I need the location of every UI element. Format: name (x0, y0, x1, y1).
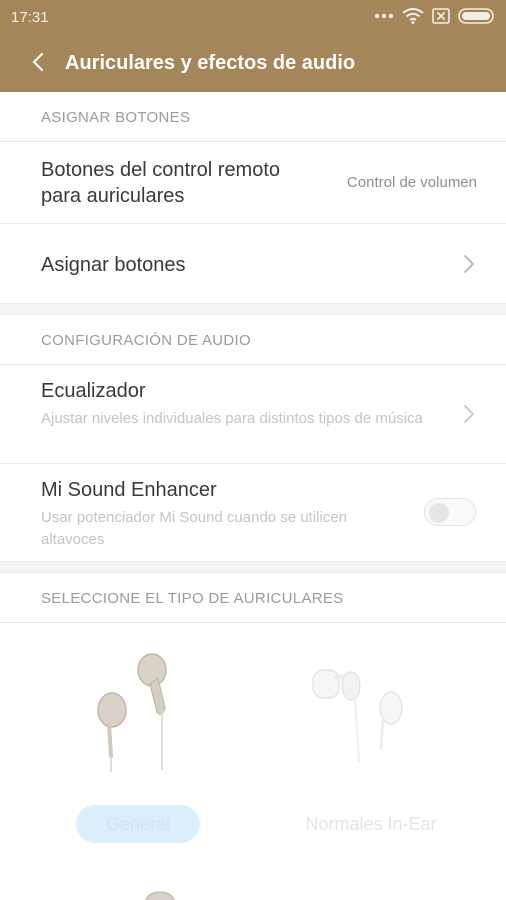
more-dots-icon (374, 13, 394, 19)
header: 17:31 Auriculares y efectos de audio (0, 0, 506, 92)
row-value: Control de volumen (346, 174, 477, 191)
toggle-knob (429, 503, 449, 523)
status-time: 17:31 (11, 9, 49, 26)
section-title: CONFIGURACIÓN DE AUDIO (41, 332, 251, 349)
row-subtitle: Ajustar niveles individuales para distin… (41, 410, 423, 427)
in-ear-earphones-icon[interactable] (305, 664, 415, 769)
section-title: ASIGNAR BOTONES (41, 109, 191, 126)
assign-buttons-row[interactable]: Asignar botones (0, 224, 506, 304)
type-option-label: Normales In-Ear (305, 813, 437, 834)
section-header-type: SELECCIONE EL TIPO DE AURICULARES (0, 573, 506, 623)
remote-buttons-row[interactable]: Botones del control remoto para auricula… (0, 143, 506, 224)
chevron-right-icon (462, 254, 476, 274)
mi-sound-toggle[interactable] (424, 498, 476, 526)
status-icons (374, 8, 496, 24)
earphone-partial-icon (140, 888, 180, 900)
chevron-right-icon (462, 404, 476, 424)
row-label: Mi Sound Enhancer (41, 479, 217, 501)
section-divider (0, 303, 506, 315)
section-header-audio: CONFIGURACIÓN DE AUDIO (0, 315, 506, 365)
chevron-left-icon (31, 52, 45, 77)
type-option-label: General (105, 813, 171, 834)
row-subtitle: Usar potenciador Mi Sound cuando se util… (41, 509, 348, 548)
status-bar: 17:31 (0, 0, 506, 36)
mi-sound-enhancer-row[interactable]: Mi Sound Enhancer Usar potenciador Mi So… (0, 464, 506, 562)
page-title: Auriculares y efectos de audio (65, 52, 356, 74)
section-title: SELECCIONE EL TIPO DE AURICULARES (41, 590, 344, 607)
wifi-icon (402, 8, 424, 24)
app-bar: Auriculares y efectos de audio (0, 36, 506, 92)
row-label: Asignar botones (41, 254, 186, 276)
section-divider (0, 561, 506, 573)
row-label: Botones del control remoto para auricula… (41, 159, 281, 207)
type-option-in-ear[interactable]: Normales In-Ear (286, 805, 456, 843)
row-label: Ecualizador (41, 380, 146, 402)
equalizer-row[interactable]: Ecualizador Ajustar niveles individuales… (0, 366, 506, 464)
section-header-assign: ASIGNAR BOTONES (0, 92, 506, 142)
type-option-general[interactable]: General (76, 805, 200, 843)
battery-icon (458, 8, 496, 24)
back-button[interactable] (20, 46, 56, 82)
sim-x-icon (432, 8, 450, 24)
general-earphones-icon[interactable] (92, 648, 182, 783)
